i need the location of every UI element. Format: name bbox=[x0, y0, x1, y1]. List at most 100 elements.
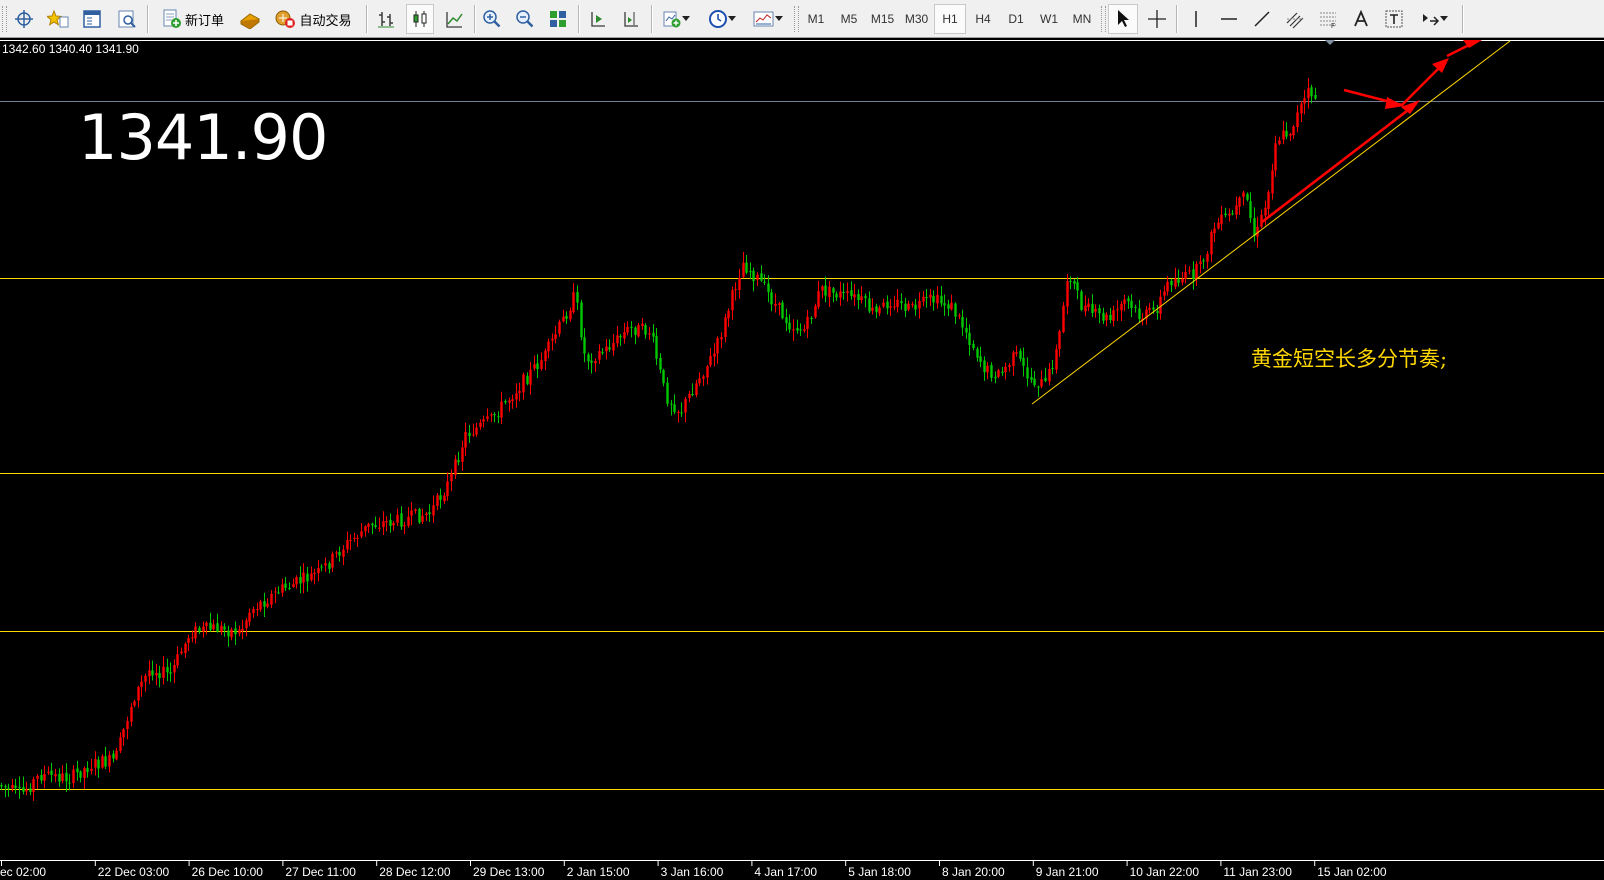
indicators-icon bbox=[663, 11, 681, 28]
time-axis-label: 5 Jan 18:00 bbox=[848, 865, 911, 879]
candle-body bbox=[65, 772, 68, 782]
candle-body bbox=[403, 525, 406, 527]
timeframe-h1[interactable]: H1 bbox=[934, 4, 966, 34]
periods-dropdown[interactable] bbox=[702, 4, 742, 34]
data-window-button[interactable] bbox=[78, 4, 106, 34]
tester-button[interactable] bbox=[113, 4, 141, 34]
time-axis-label: 28 Dec 12:00 bbox=[379, 865, 451, 879]
candle-body bbox=[1156, 311, 1159, 313]
crosshair-move-button[interactable] bbox=[10, 4, 38, 34]
candle-body bbox=[425, 513, 428, 515]
candle-body bbox=[169, 672, 172, 674]
timeframe-w1[interactable]: W1 bbox=[1033, 4, 1065, 34]
zoom-out-button[interactable] bbox=[511, 4, 539, 34]
chevron-down-icon bbox=[682, 16, 690, 21]
toolbar: 新订单 自动交易 M1 M5 M15 M30 H1 H4 D1 W1 MN F bbox=[0, 0, 1604, 38]
horizontal-line-tool-button[interactable] bbox=[1215, 4, 1243, 34]
candle-body bbox=[1217, 222, 1220, 229]
timeframe-d1[interactable]: D1 bbox=[1000, 4, 1032, 34]
trendline-tool-button[interactable] bbox=[1248, 4, 1276, 34]
candle-body bbox=[976, 348, 979, 358]
arrows-dropdown[interactable] bbox=[1413, 4, 1455, 34]
candle-body bbox=[727, 310, 730, 319]
candle-body bbox=[166, 667, 169, 673]
candle-body bbox=[328, 563, 331, 569]
autotrading-button[interactable]: 自动交易 bbox=[268, 4, 358, 34]
candle-body bbox=[922, 296, 925, 302]
candlestick-chart-button[interactable] bbox=[406, 4, 434, 34]
tile-windows-button[interactable] bbox=[544, 4, 572, 34]
text-label-tool-button[interactable] bbox=[1380, 4, 1408, 34]
timeframe-mn[interactable]: MN bbox=[1066, 4, 1098, 34]
candle-body bbox=[994, 376, 997, 379]
time-axis-label: 26 Dec 10:00 bbox=[192, 865, 264, 879]
candle-body bbox=[230, 629, 233, 638]
timeframe-m5[interactable]: M5 bbox=[833, 4, 865, 34]
candle-body bbox=[540, 360, 543, 369]
candle-body bbox=[133, 701, 136, 706]
candle-body bbox=[331, 553, 334, 568]
candle-body bbox=[1109, 314, 1112, 320]
candle-body bbox=[263, 601, 266, 607]
templates-dropdown[interactable] bbox=[748, 4, 788, 34]
timeframe-m1[interactable]: M1 bbox=[800, 4, 832, 34]
candle-body bbox=[1008, 365, 1011, 367]
candle-body bbox=[662, 370, 665, 384]
candle-body bbox=[1094, 308, 1097, 312]
candle-body bbox=[731, 290, 734, 311]
candle-body bbox=[396, 514, 399, 523]
toolbar-grip[interactable] bbox=[2, 6, 7, 32]
candle-body bbox=[140, 681, 143, 687]
candle-body bbox=[680, 412, 683, 414]
candle-body bbox=[162, 666, 165, 678]
chart-annotation-text[interactable]: 黄金短空长多分节奏; bbox=[1251, 343, 1447, 373]
timeframe-h4[interactable]: H4 bbox=[967, 4, 999, 34]
candle-body bbox=[1278, 140, 1281, 145]
toolbar-separator bbox=[366, 5, 367, 33]
candle-body bbox=[61, 773, 64, 781]
chart-shift-button[interactable] bbox=[617, 4, 645, 34]
candle-body bbox=[583, 337, 586, 354]
candle-body bbox=[1044, 377, 1047, 382]
candle-body bbox=[299, 576, 302, 584]
fibonacci-tool-button[interactable]: F bbox=[1314, 4, 1342, 34]
timeframe-m30[interactable]: M30 bbox=[900, 4, 933, 34]
candle-body bbox=[655, 335, 658, 359]
toolbar-grip[interactable] bbox=[1101, 6, 1106, 32]
candle-body bbox=[176, 654, 179, 666]
move-icon bbox=[15, 10, 33, 28]
candle-body bbox=[763, 281, 766, 283]
time-axis-label: 2 Jan 15:00 bbox=[567, 865, 630, 879]
crosshair-tool-button[interactable] bbox=[1142, 4, 1172, 34]
window-icon bbox=[83, 10, 101, 28]
candle-body bbox=[724, 317, 727, 337]
candle-body bbox=[1073, 281, 1076, 284]
indicators-dropdown[interactable] bbox=[656, 4, 696, 34]
candle-body bbox=[97, 759, 100, 769]
auto-scroll-button[interactable] bbox=[584, 4, 612, 34]
candle-body bbox=[11, 785, 14, 789]
bar-chart-button[interactable] bbox=[372, 4, 400, 34]
zoom-in-button[interactable] bbox=[478, 4, 506, 34]
candle-body bbox=[227, 630, 230, 637]
candle-body bbox=[72, 769, 75, 784]
candle-body bbox=[706, 366, 709, 378]
candle-body bbox=[212, 624, 215, 630]
vertical-line-tool-button[interactable] bbox=[1182, 4, 1210, 34]
new-order-button[interactable]: 新订单 bbox=[155, 4, 231, 34]
text-tool-button[interactable] bbox=[1347, 4, 1375, 34]
candle-body bbox=[1066, 281, 1069, 307]
candle-body bbox=[482, 419, 485, 422]
line-chart-button[interactable] bbox=[440, 4, 468, 34]
channel-tool-button[interactable] bbox=[1281, 4, 1309, 34]
timeframe-m15[interactable]: M15 bbox=[866, 4, 899, 34]
candle-body bbox=[806, 316, 809, 329]
favorites-button[interactable] bbox=[44, 4, 72, 34]
candle-body bbox=[252, 608, 255, 613]
candle-body bbox=[360, 531, 363, 537]
metaeditor-button[interactable] bbox=[236, 4, 264, 34]
candle-body bbox=[670, 403, 673, 405]
cursor-tool-button[interactable] bbox=[1108, 4, 1138, 34]
toolbar-grip[interactable] bbox=[794, 6, 799, 32]
candle-body bbox=[1282, 130, 1285, 140]
